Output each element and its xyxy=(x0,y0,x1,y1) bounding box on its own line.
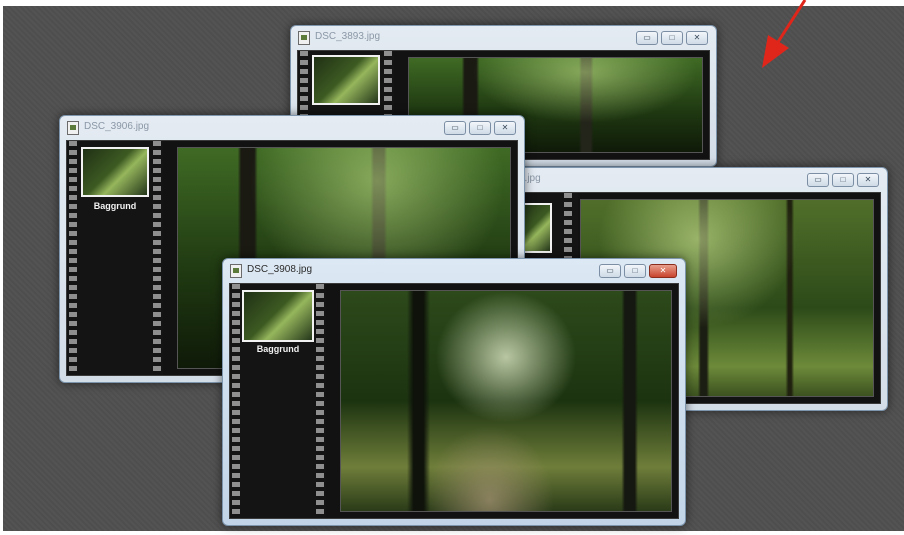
thumbnail-label: Baggrund xyxy=(93,201,137,211)
titlebar[interactable]: DSC_3906.jpg ▭ □ ✕ xyxy=(60,116,524,140)
close-button[interactable]: ✕ xyxy=(494,121,516,135)
titlebar[interactable]: DSC_3908.jpg ▭ □ ✕ xyxy=(223,259,685,283)
maximize-icon: □ xyxy=(477,123,483,132)
maximize-button[interactable]: □ xyxy=(469,121,491,135)
thumbnail-label: Baggrund xyxy=(256,344,300,354)
close-icon: ✕ xyxy=(864,175,872,184)
filmstrip: Baggrund xyxy=(67,141,163,375)
titlebar[interactable]: DSC_3893.jpg ▭ □ ✕ xyxy=(291,26,716,50)
image-document-icon xyxy=(67,121,79,135)
layer-thumbnail[interactable] xyxy=(312,55,380,105)
minimize-icon: ▭ xyxy=(606,266,614,275)
minimize-icon: ▭ xyxy=(643,33,651,42)
close-icon: ✕ xyxy=(693,33,701,42)
minimize-button[interactable]: ▭ xyxy=(807,173,829,187)
film-sprockets-left xyxy=(232,284,240,518)
minimize-icon: ▭ xyxy=(814,175,822,184)
close-icon: ✕ xyxy=(501,123,509,132)
layer-thumbnail[interactable] xyxy=(81,147,149,197)
filmstrip: Baggrund xyxy=(230,284,326,518)
layer-thumbnail[interactable] xyxy=(242,290,314,342)
window-content: Baggrund xyxy=(229,283,679,519)
film-sprockets-left xyxy=(69,141,77,375)
close-button[interactable]: ✕ xyxy=(649,264,677,278)
close-button[interactable]: ✕ xyxy=(857,173,879,187)
image-window-dsc3908[interactable]: DSC_3908.jpg ▭ □ ✕ Baggrund xyxy=(222,258,686,526)
titlebar[interactable]: 3.jpg ▭ □ ✕ xyxy=(511,168,887,192)
window-title: DSC_3906.jpg xyxy=(84,121,150,132)
close-button[interactable]: ✕ xyxy=(686,31,708,45)
image-document-icon xyxy=(298,31,310,45)
maximize-button[interactable]: □ xyxy=(832,173,854,187)
maximize-button[interactable]: □ xyxy=(624,264,646,278)
film-sprockets-right xyxy=(316,284,324,518)
image-document-icon xyxy=(230,264,242,278)
close-icon: ✕ xyxy=(659,266,667,275)
maximize-icon: □ xyxy=(669,33,675,42)
window-title: DSC_3893.jpg xyxy=(315,31,381,42)
minimize-button[interactable]: ▭ xyxy=(636,31,658,45)
minimize-icon: ▭ xyxy=(451,123,459,132)
window-title: DSC_3908.jpg xyxy=(247,264,313,275)
maximize-icon: □ xyxy=(632,266,638,275)
minimize-button[interactable]: ▭ xyxy=(599,264,621,278)
maximize-icon: □ xyxy=(840,175,846,184)
maximize-button[interactable]: □ xyxy=(661,31,683,45)
photo-view[interactable] xyxy=(340,290,672,512)
film-sprockets-right xyxy=(153,141,161,375)
minimize-button[interactable]: ▭ xyxy=(444,121,466,135)
